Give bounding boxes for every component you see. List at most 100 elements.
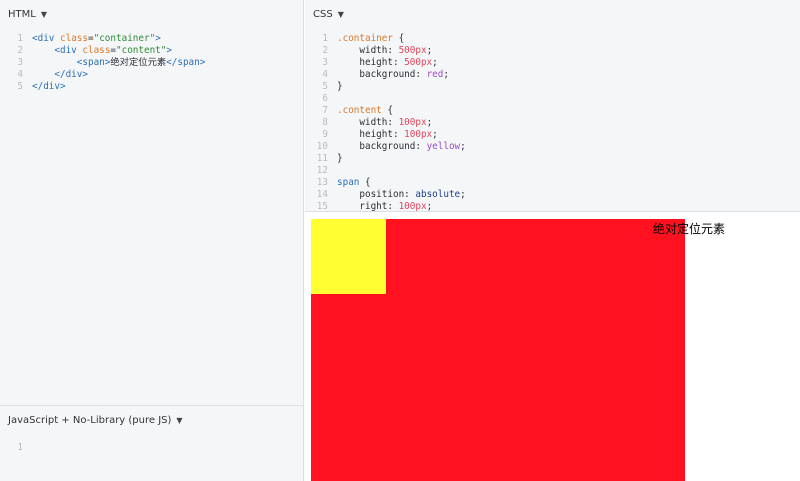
line-number: 13	[316, 177, 328, 188]
code-line: 8 width: 100px;	[305, 117, 800, 129]
code-text: position: absolute;	[337, 189, 465, 201]
code-text: </div>	[32, 69, 88, 81]
line-number: 1	[322, 33, 328, 44]
code-token: right:	[337, 201, 399, 212]
code-text: width: 500px;	[337, 45, 432, 57]
code-text: width: 100px;	[337, 117, 432, 129]
line-number: 2	[322, 45, 328, 56]
code-token: ;	[432, 129, 438, 140]
line-number: 2	[17, 45, 23, 56]
code-token: height:	[337, 129, 405, 140]
code-line: 5}	[305, 81, 800, 93]
html-code-editor[interactable]: 1 <div class="container"> 2 <div class="co…	[0, 33, 303, 93]
line-number: 4	[322, 69, 328, 80]
line-number: 5	[17, 81, 23, 92]
code-line: 15 right: 100px;	[305, 201, 800, 212]
line-number: 8	[322, 117, 328, 128]
code-token: <div	[54, 45, 83, 56]
js-pane-header[interactable]: JavaScript + No-Library (pure JS) ▼	[8, 415, 183, 426]
code-text: <div class="content">	[32, 45, 172, 57]
code-line: 3 <span>绝对定位元素</span>	[0, 57, 303, 69]
code-text: height: 500px;	[337, 57, 438, 69]
code-line: 1	[0, 442, 303, 454]
code-line: 1 <div class="container">	[0, 33, 303, 45]
code-line: 7 .content {	[305, 105, 800, 117]
code-token: class	[82, 45, 111, 56]
code-token: >	[166, 45, 172, 56]
code-token: </div>	[54, 69, 88, 80]
code-token: width:	[337, 117, 399, 128]
line-number: 7	[322, 105, 328, 116]
code-token: ;	[443, 69, 449, 80]
html-pane-header[interactable]: HTML ▼	[8, 9, 47, 20]
code-line: 13 span {	[305, 177, 800, 189]
code-text: }	[337, 153, 343, 165]
code-token: <div	[32, 33, 60, 44]
content-box	[311, 219, 386, 294]
code-line: 4 </div>	[0, 69, 303, 81]
code-text: right: 100px;	[337, 201, 432, 212]
code-line: 11}	[305, 153, 800, 165]
result-preview: 绝对定位元素	[305, 213, 800, 481]
code-line: 2 <div class="content">	[0, 45, 303, 57]
code-token: }	[337, 153, 343, 164]
code-token: span	[337, 177, 360, 188]
css-pane-title: CSS	[313, 9, 333, 20]
code-token: 500px	[398, 45, 427, 56]
code-text: <span>绝对定位元素</span>	[32, 57, 206, 69]
html-pane-title: HTML	[8, 9, 36, 20]
code-token: yellow	[426, 141, 461, 152]
code-line: 1 .container {	[305, 33, 800, 45]
code-line: 4 background: red;	[305, 69, 800, 81]
chevron-down-icon[interactable]: ▼	[338, 10, 344, 19]
absolute-span-text: 绝对定位元素	[652, 222, 725, 236]
line-number: 10	[316, 141, 328, 152]
code-line: 10 background: yellow;	[305, 141, 800, 153]
container-box	[311, 219, 685, 481]
code-text: .container {	[337, 33, 404, 45]
code-token: height:	[337, 57, 405, 68]
code-text: </div>	[32, 81, 66, 93]
code-token: "container"	[93, 33, 156, 44]
code-token: </div>	[32, 81, 66, 92]
code-token: {	[392, 33, 405, 44]
code-line: 9 height: 100px;	[305, 129, 800, 141]
code-token: background:	[337, 141, 427, 152]
code-token: width:	[337, 45, 399, 56]
line-number: 3	[322, 57, 328, 68]
code-text: }	[337, 81, 343, 93]
line-number: 1	[17, 33, 23, 44]
js-editor-pane: JavaScript + No-Library (pure JS) ▼ 1	[0, 406, 304, 481]
css-code-editor[interactable]: 1 .container {2 width: 500px; 3 height: 50…	[305, 33, 800, 212]
chevron-down-icon[interactable]: ▼	[176, 416, 182, 425]
line-number: 1	[17, 442, 23, 453]
code-line: 6	[305, 93, 800, 105]
code-text: span {	[337, 177, 371, 189]
html-editor-pane: HTML ▼ 1 <div class="container"> 2 <div cl…	[0, 0, 304, 406]
code-token: ;	[432, 57, 438, 68]
code-line: 5 </div>	[0, 81, 303, 93]
code-token: 100px	[404, 129, 433, 140]
code-line: 14 position: absolute;	[305, 189, 800, 201]
code-token: "content"	[116, 45, 167, 56]
code-text: .content {	[337, 105, 393, 117]
line-number: 5	[322, 81, 328, 92]
code-line: 2 width: 500px;	[305, 45, 800, 57]
code-text: background: red;	[337, 69, 449, 81]
code-line: 12	[305, 165, 800, 177]
code-text: height: 100px;	[337, 129, 438, 141]
code-text: <div class="container">	[32, 33, 161, 45]
code-token: class	[60, 33, 88, 44]
chevron-down-icon[interactable]: ▼	[41, 10, 47, 19]
js-code-editor[interactable]: 1	[0, 442, 303, 454]
code-token: 500px	[404, 57, 433, 68]
code-token: absolute	[415, 189, 461, 200]
code-token: <span>	[76, 57, 111, 68]
code-token: ;	[460, 141, 466, 152]
line-number: 4	[17, 69, 23, 80]
code-text: background: yellow;	[337, 141, 466, 153]
line-number: 6	[322, 93, 328, 104]
css-pane-header[interactable]: CSS ▼	[313, 9, 344, 20]
